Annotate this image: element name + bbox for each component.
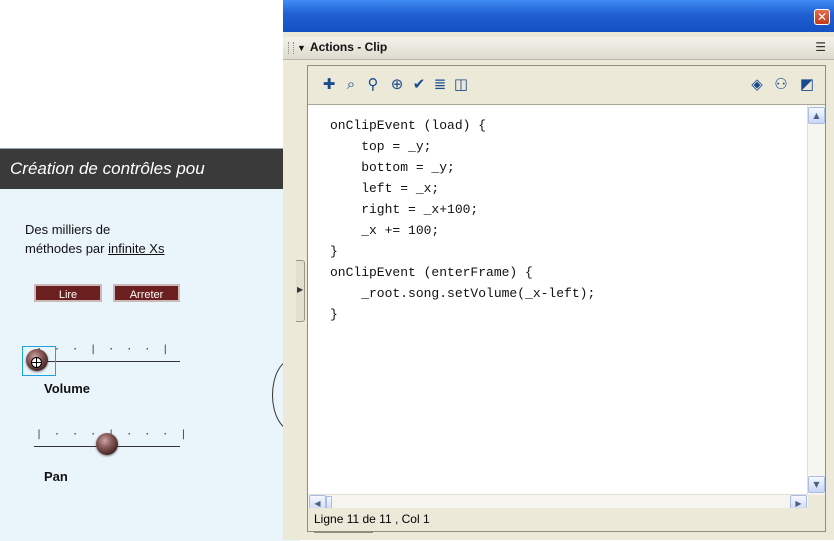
reference-icon[interactable]: ◈ [748, 75, 766, 93]
flash-stage: Création de contrôles pou Des milliers d… [0, 148, 313, 541]
code-line[interactable]: bottom = _y; [330, 157, 800, 178]
code-line[interactable]: } [330, 241, 800, 262]
auto-format-icon[interactable]: ≣ [431, 75, 449, 93]
code-line[interactable]: _root.song.setVolume(_x-left); [330, 283, 800, 304]
code-line[interactable]: right = _x+100; [330, 199, 800, 220]
code-line[interactable]: onClipEvent (enterFrame) { [330, 262, 800, 283]
close-button[interactable]: ✕ [814, 9, 830, 25]
registration-point-icon [31, 357, 42, 368]
description-prefix: méthodes par [25, 241, 109, 256]
infinite-xs-link[interactable]: infinite Xs [108, 241, 164, 256]
pan-knob[interactable] [96, 433, 118, 455]
actions-toolbar: ✚ ⌕ ⚲ ⊕ ✔ ≣ ◫ ◈ ⚇ ◩ [308, 66, 825, 104]
debug-options-icon[interactable]: ⚇ [772, 75, 790, 93]
code-line[interactable]: } [330, 304, 800, 325]
check-syntax-icon[interactable]: ✔ [410, 75, 428, 93]
code-line[interactable]: left = _x; [330, 178, 800, 199]
description-line-2: méthodes par infinite Xs [25, 239, 275, 258]
code-line[interactable]: top = _y; [330, 136, 800, 157]
panel-grip-icon[interactable] [288, 42, 294, 54]
add-statement-icon[interactable]: ✚ [320, 75, 338, 93]
actions-content: ✚ ⌕ ⚲ ⊕ ✔ ≣ ◫ ◈ ⚇ ◩ onClipEvent (load) {… [307, 65, 826, 535]
stage-header-title: Création de contrôles pou [0, 149, 300, 189]
vertical-scrollbar[interactable]: ▲ ▼ [807, 105, 825, 495]
volume-slider-ticks: · · · | · · · | [36, 344, 172, 355]
pan-label: Pan [44, 469, 68, 484]
window-titlebar[interactable]: ✕ [283, 0, 834, 32]
panel-header: ▼ Actions - Clip ☰ [283, 37, 834, 60]
scroll-down-icon[interactable]: ▼ [808, 476, 825, 493]
arreter-button[interactable]: Arreter [113, 284, 180, 302]
stage-description: Des milliers de méthodes par infinite Xs [25, 220, 275, 258]
find-icon[interactable]: ⌕ [342, 75, 360, 93]
script-editor[interactable]: onClipEvent (load) { top = _y; bottom = … [308, 104, 825, 512]
panel-title[interactable]: ▼ Actions - Clip [297, 40, 387, 54]
panel-title-text: Actions - Clip [309, 40, 388, 54]
code-line[interactable]: _x += 100; [330, 220, 800, 241]
status-bar: Ligne 11 de 11 , Col 1 [307, 508, 826, 532]
show-code-hint-icon[interactable]: ◫ [452, 75, 470, 93]
lire-button[interactable]: Lire [34, 284, 102, 302]
collapse-triangle-icon[interactable]: ▼ [297, 43, 306, 53]
script-navigator-toggle[interactable]: ▶ [296, 260, 305, 322]
code-line[interactable]: onClipEvent (load) { [330, 115, 800, 136]
actions-panel-window: ✕ ▼ Actions - Clip ☰ ▶ ✚ ⌕ ⚲ ⊕ ✔ ≣ ◫ ◈ ⚇ … [283, 0, 834, 540]
code-lines[interactable]: onClipEvent (load) { top = _y; bottom = … [330, 115, 800, 325]
volume-label: Volume [44, 381, 90, 396]
scroll-up-icon[interactable]: ▲ [808, 107, 825, 124]
expand-arrow-icon: ▶ [297, 285, 304, 294]
replace-icon[interactable]: ⚲ [364, 75, 382, 93]
description-line-1: Des milliers de [25, 222, 111, 237]
view-options-icon[interactable]: ◩ [798, 75, 816, 93]
panel-menu-icon[interactable]: ☰ [815, 40, 826, 54]
insert-target-path-icon[interactable]: ⊕ [388, 75, 406, 93]
